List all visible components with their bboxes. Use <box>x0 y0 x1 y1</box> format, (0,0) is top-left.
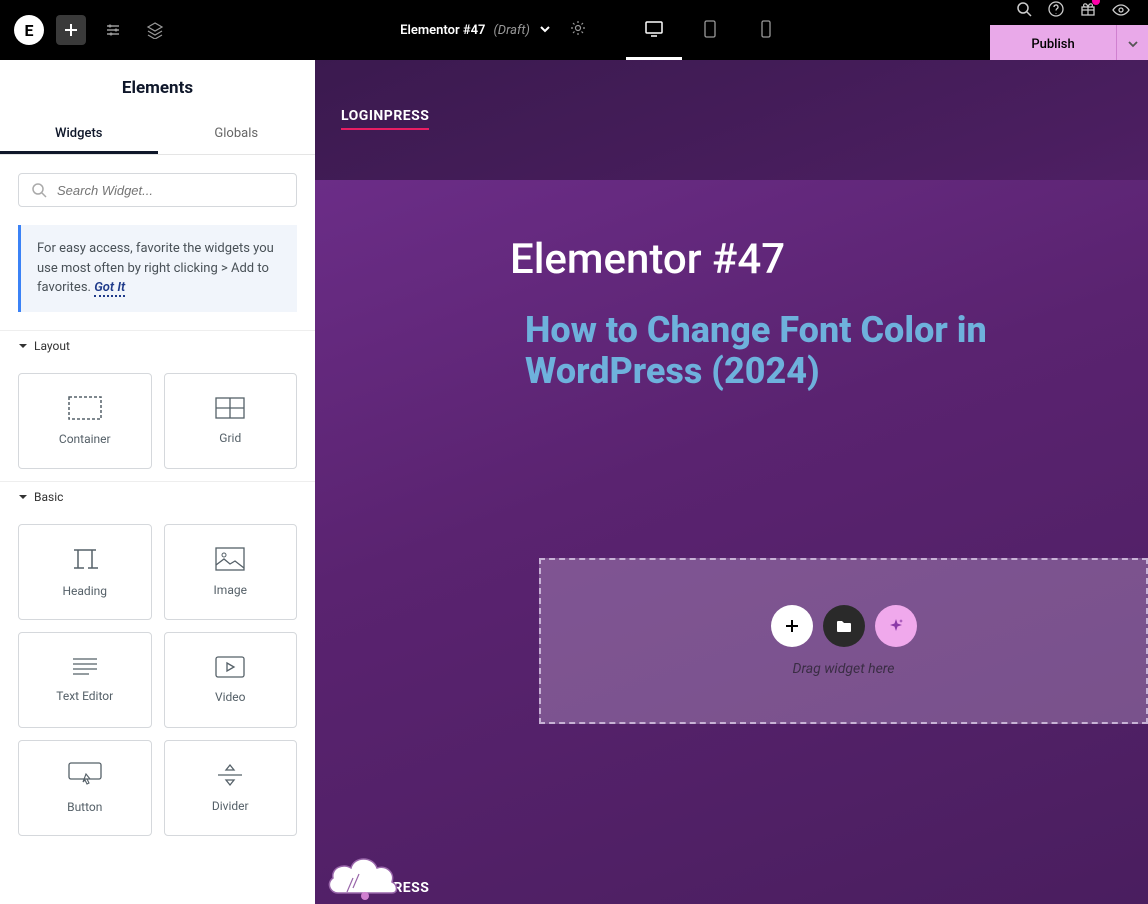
widget-text-editor[interactable]: Text Editor <box>18 632 152 728</box>
widget-button[interactable]: Button <box>18 740 152 836</box>
publish-button[interactable]: Publish <box>990 25 1116 63</box>
widget-heading[interactable]: Heading <box>18 524 152 620</box>
title-dropdown[interactable] <box>538 21 552 40</box>
draft-status: (Draft) <box>493 23 529 38</box>
mobile-icon <box>760 20 772 38</box>
widget-label: Video <box>215 690 246 704</box>
folder-icon <box>836 619 852 633</box>
button-icon <box>68 762 102 788</box>
template-library-button[interactable] <box>823 605 865 647</box>
canvas-page-title[interactable]: Elementor #47 <box>510 235 785 284</box>
tablet-icon <box>703 20 717 38</box>
add-section-button[interactable] <box>771 605 813 647</box>
divider-icon <box>216 763 244 787</box>
image-icon <box>215 547 245 571</box>
top-bar: E Elementor #47 (Draft) <box>0 0 1148 60</box>
search-icon <box>31 182 47 198</box>
grid-icon <box>215 397 245 419</box>
category-basic-header[interactable]: Basic <box>0 481 315 512</box>
page-settings-button[interactable] <box>570 20 586 40</box>
ai-button[interactable] <box>875 605 917 647</box>
widget-grid[interactable]: Grid <box>164 373 298 469</box>
preview-button[interactable] <box>1112 2 1130 21</box>
widget-label: Button <box>67 800 102 814</box>
caret-down-icon <box>18 492 28 502</box>
got-it-link[interactable]: Got It <box>94 280 125 297</box>
widget-label: Image <box>214 583 247 597</box>
eye-icon <box>1112 3 1130 17</box>
page-title: Elementor #47 <box>400 23 485 38</box>
container-icon <box>68 396 102 420</box>
widget-label: Text Editor <box>56 689 113 703</box>
search-input[interactable] <box>57 183 284 198</box>
settings-panel-button[interactable] <box>98 15 128 45</box>
drop-zone[interactable]: Drag widget here <box>539 558 1148 724</box>
hint-text: For easy access, favorite the widgets yo… <box>37 241 274 295</box>
chevron-down-icon <box>1127 38 1139 50</box>
help-icon <box>1048 1 1064 17</box>
widget-divider[interactable]: Divider <box>164 740 298 836</box>
desktop-view-tab[interactable] <box>626 0 682 60</box>
whats-new-button[interactable] <box>1080 1 1096 21</box>
search-box[interactable] <box>18 173 297 207</box>
gear-icon <box>570 20 586 36</box>
canvas-heading[interactable]: How to Change Font Color in WordPress (2… <box>525 310 1108 393</box>
tab-widgets[interactable]: Widgets <box>0 116 158 154</box>
search-icon <box>1016 1 1032 17</box>
publish-options-dropdown[interactable] <box>1116 25 1148 63</box>
category-basic-label: Basic <box>34 490 63 504</box>
video-icon <box>215 656 245 678</box>
text-editor-icon <box>71 657 99 677</box>
category-layout-label: Layout <box>34 339 70 353</box>
add-element-button[interactable] <box>56 15 86 45</box>
elements-sidebar: Elements Widgets Globals For easy access… <box>0 60 315 904</box>
widget-label: Divider <box>212 799 249 813</box>
favorites-hint: For easy access, favorite the widgets yo… <box>18 225 297 312</box>
plus-icon <box>784 618 800 634</box>
widget-container[interactable]: Container <box>18 373 152 469</box>
widget-label: Container <box>59 432 111 446</box>
heading-icon <box>70 546 100 572</box>
category-layout-header[interactable]: Layout <box>0 330 315 361</box>
widget-label: Heading <box>62 584 107 598</box>
mobile-view-tab[interactable] <box>738 0 794 60</box>
elementor-logo[interactable]: E <box>14 15 44 45</box>
sidebar-title: Elements <box>0 60 315 116</box>
sliders-icon <box>104 21 122 39</box>
brand-label-top: LOGINPRESS <box>341 108 429 130</box>
widget-video[interactable]: Video <box>164 632 298 728</box>
drop-zone-text: Drag widget here <box>793 661 895 677</box>
plus-icon <box>63 22 79 38</box>
editor-canvas[interactable]: LOGINPRESS Elementor #47 How to Change F… <box>315 60 1148 904</box>
caret-down-icon <box>18 341 28 351</box>
widget-label: Grid <box>219 431 241 445</box>
structure-button[interactable] <box>140 15 170 45</box>
desktop-icon <box>644 20 664 38</box>
sparkle-icon <box>887 617 905 635</box>
layers-icon <box>146 21 164 39</box>
help-button[interactable] <box>1048 1 1064 21</box>
chevron-down-icon <box>538 22 552 36</box>
finder-button[interactable] <box>1016 1 1032 21</box>
tablet-view-tab[interactable] <box>682 0 738 60</box>
decorative-cloud <box>323 848 423 904</box>
widget-image[interactable]: Image <box>164 524 298 620</box>
notification-dot <box>1092 0 1100 5</box>
tab-globals[interactable]: Globals <box>158 116 316 154</box>
